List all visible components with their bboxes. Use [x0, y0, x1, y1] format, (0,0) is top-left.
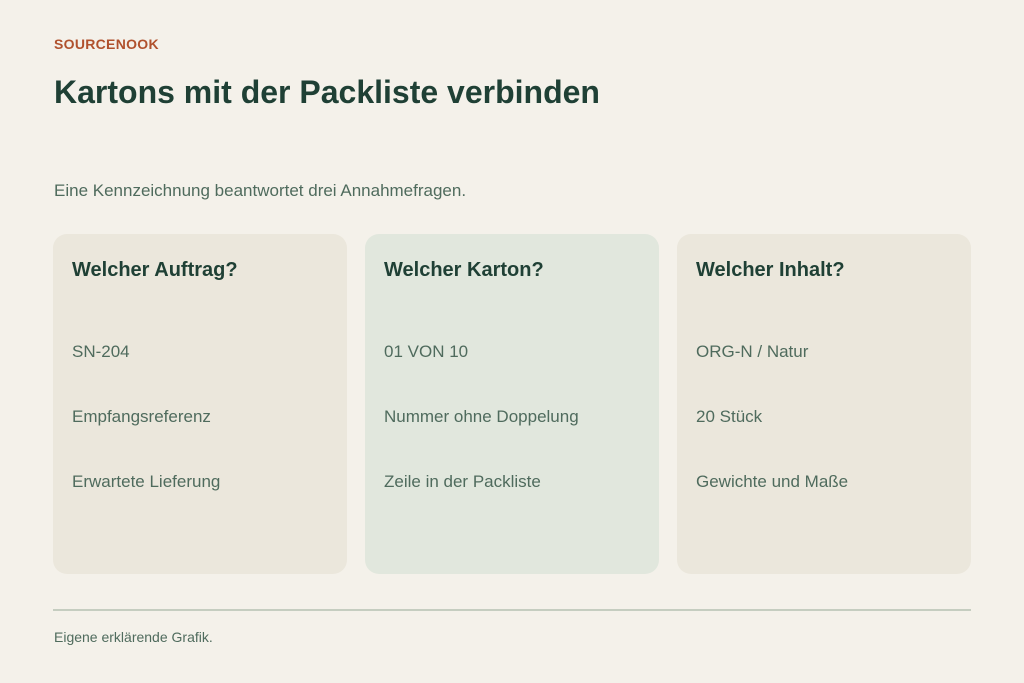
- card-contents: Welcher Inhalt? ORG-N / Natur 20 Stück G…: [677, 234, 971, 574]
- card-title: Welcher Karton?: [384, 259, 544, 281]
- card-line: Nummer ohne Doppelung: [384, 407, 579, 426]
- page-title: Kartons mit der Packliste verbinden: [54, 74, 600, 110]
- card-line: Zeile in der Packliste: [384, 472, 541, 491]
- page-subtitle: Eine Kennzeichnung beantwortet drei Anna…: [54, 181, 467, 200]
- footnote: Eigene erklärende Grafik.: [54, 629, 213, 645]
- card-line: 20 Stück: [696, 407, 763, 426]
- card-title: Welcher Inhalt?: [696, 259, 845, 281]
- card-line: Empfangsreferenz: [72, 407, 211, 426]
- card-line: Gewichte und Maße: [696, 472, 849, 491]
- card-order: Welcher Auftrag? SN-204 Empfangsreferenz…: [53, 234, 347, 574]
- card-line: SN-204: [72, 342, 130, 361]
- card-line: Erwartete Lieferung: [72, 472, 221, 491]
- card-carton: Welcher Karton? 01 VON 10 Nummer ohne Do…: [365, 234, 659, 574]
- card-line: 01 VON 10: [384, 342, 469, 361]
- brand-label: SOURCENOOK: [54, 36, 159, 52]
- card-title: Welcher Auftrag?: [72, 259, 238, 281]
- card-line: ORG-N / Natur: [696, 342, 809, 361]
- divider: [53, 609, 971, 611]
